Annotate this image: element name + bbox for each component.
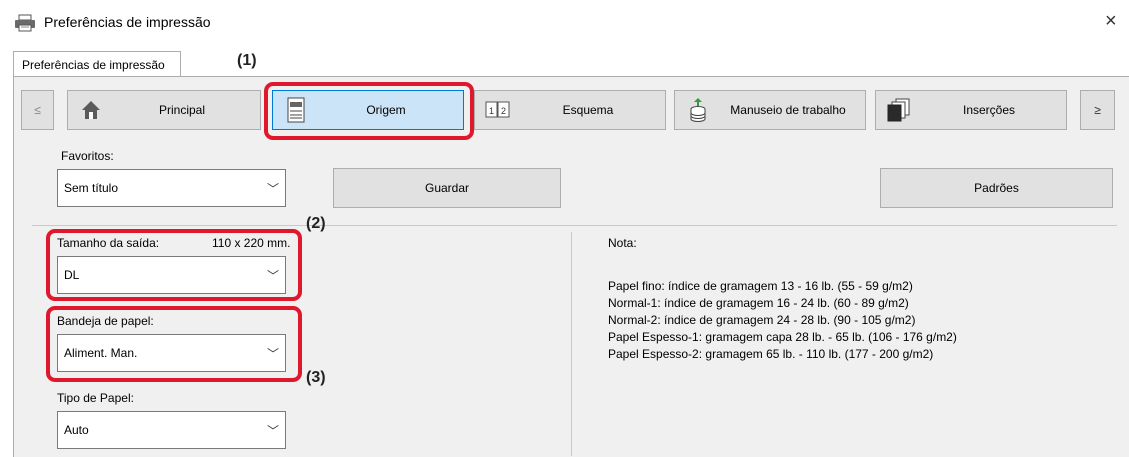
output-size-label: Tamanho da saída: xyxy=(57,236,160,250)
window-title: Preferências de impressão xyxy=(44,14,211,30)
tab-origem[interactable]: Origem xyxy=(272,90,464,130)
favorites-value: Sem título xyxy=(64,181,119,195)
chevron-down-icon: ﹀ xyxy=(266,423,279,438)
tab-principal-label: Principal xyxy=(158,103,206,117)
paper-tray-icon xyxy=(283,97,309,123)
tab-esquema[interactable]: 1 2 Esquema xyxy=(474,90,666,130)
printer-icon xyxy=(14,14,36,32)
output-size-select[interactable]: DL ﹀ xyxy=(57,256,286,294)
note-heading: Nota: xyxy=(608,236,637,250)
note-line: Papel fino: índice de gramagem 13 - 16 l… xyxy=(608,279,913,293)
note-line: Papel Espesso-1: gramagem capa 28 lb. - … xyxy=(608,330,957,344)
favorites-select[interactable]: Sem título ﹀ xyxy=(57,169,286,207)
note-line: Papel Espesso-2: gramagem 65 lb. - 110 l… xyxy=(608,347,934,361)
home-icon xyxy=(78,97,104,123)
paper-type-value: Auto xyxy=(64,423,89,437)
save-button[interactable]: Guardar xyxy=(333,168,561,208)
nav-next-label: ≥ xyxy=(1094,103,1101,117)
note-line: Normal-1: índice de gramagem 16 - 24 lb.… xyxy=(608,296,909,310)
chevron-down-icon: ﹀ xyxy=(266,181,279,196)
divider xyxy=(32,225,1117,226)
nav-prev-label: ≤ xyxy=(34,103,41,117)
paper-type-label: Tipo de Papel: xyxy=(57,391,134,405)
callout-3: (3) xyxy=(306,369,326,386)
tab-manuseio-label: Manuseio de trabalho xyxy=(730,103,846,117)
svg-text:1: 1 xyxy=(489,106,494,116)
note-text: Papel fino: índice de gramagem 13 - 16 l… xyxy=(608,278,957,363)
paper-tray-label: Bandeja de papel: xyxy=(57,314,154,328)
favorites-label: Favoritos: xyxy=(61,149,114,163)
defaults-button[interactable]: Padrões xyxy=(880,168,1113,208)
insert-pages-icon xyxy=(886,97,912,123)
tab-esquema-label: Esquema xyxy=(562,103,614,117)
save-button-label: Guardar xyxy=(424,181,470,195)
tab-insercoes-label: Inserções xyxy=(962,103,1016,117)
nav-prev-button[interactable]: ≤ xyxy=(21,90,54,130)
output-size-dimension: 110 x 220 mm. xyxy=(212,236,291,250)
tab-principal[interactable]: Principal xyxy=(67,90,261,130)
tab-origem-label: Origem xyxy=(366,103,406,117)
layout-pages-icon: 1 2 xyxy=(485,97,511,123)
nav-next-button[interactable]: ≥ xyxy=(1080,90,1115,130)
chevron-down-icon: ﹀ xyxy=(266,346,279,361)
callout-1: (1) xyxy=(237,52,257,69)
note-line: Normal-2: índice de gramagem 24 - 28 lb.… xyxy=(608,313,916,327)
callout-2: (2) xyxy=(306,215,326,232)
defaults-button-label: Padrões xyxy=(974,181,1019,195)
output-size-value: DL xyxy=(64,268,80,282)
paper-tray-value: Aliment. Man. xyxy=(64,346,138,360)
tab-insercoes[interactable]: Inserções xyxy=(875,90,1067,130)
paper-type-select[interactable]: Auto ﹀ xyxy=(57,411,286,449)
chevron-down-icon: ﹀ xyxy=(266,268,279,283)
tab-print-preferences[interactable]: Preferências de impressão xyxy=(13,51,181,77)
svg-text:2: 2 xyxy=(501,106,506,116)
job-stack-icon xyxy=(685,97,711,123)
close-button[interactable]: × xyxy=(1105,10,1117,33)
paper-tray-select[interactable]: Aliment. Man. ﹀ xyxy=(57,334,286,372)
tab-manuseio[interactable]: Manuseio de trabalho xyxy=(674,90,866,130)
vertical-divider xyxy=(571,232,572,456)
